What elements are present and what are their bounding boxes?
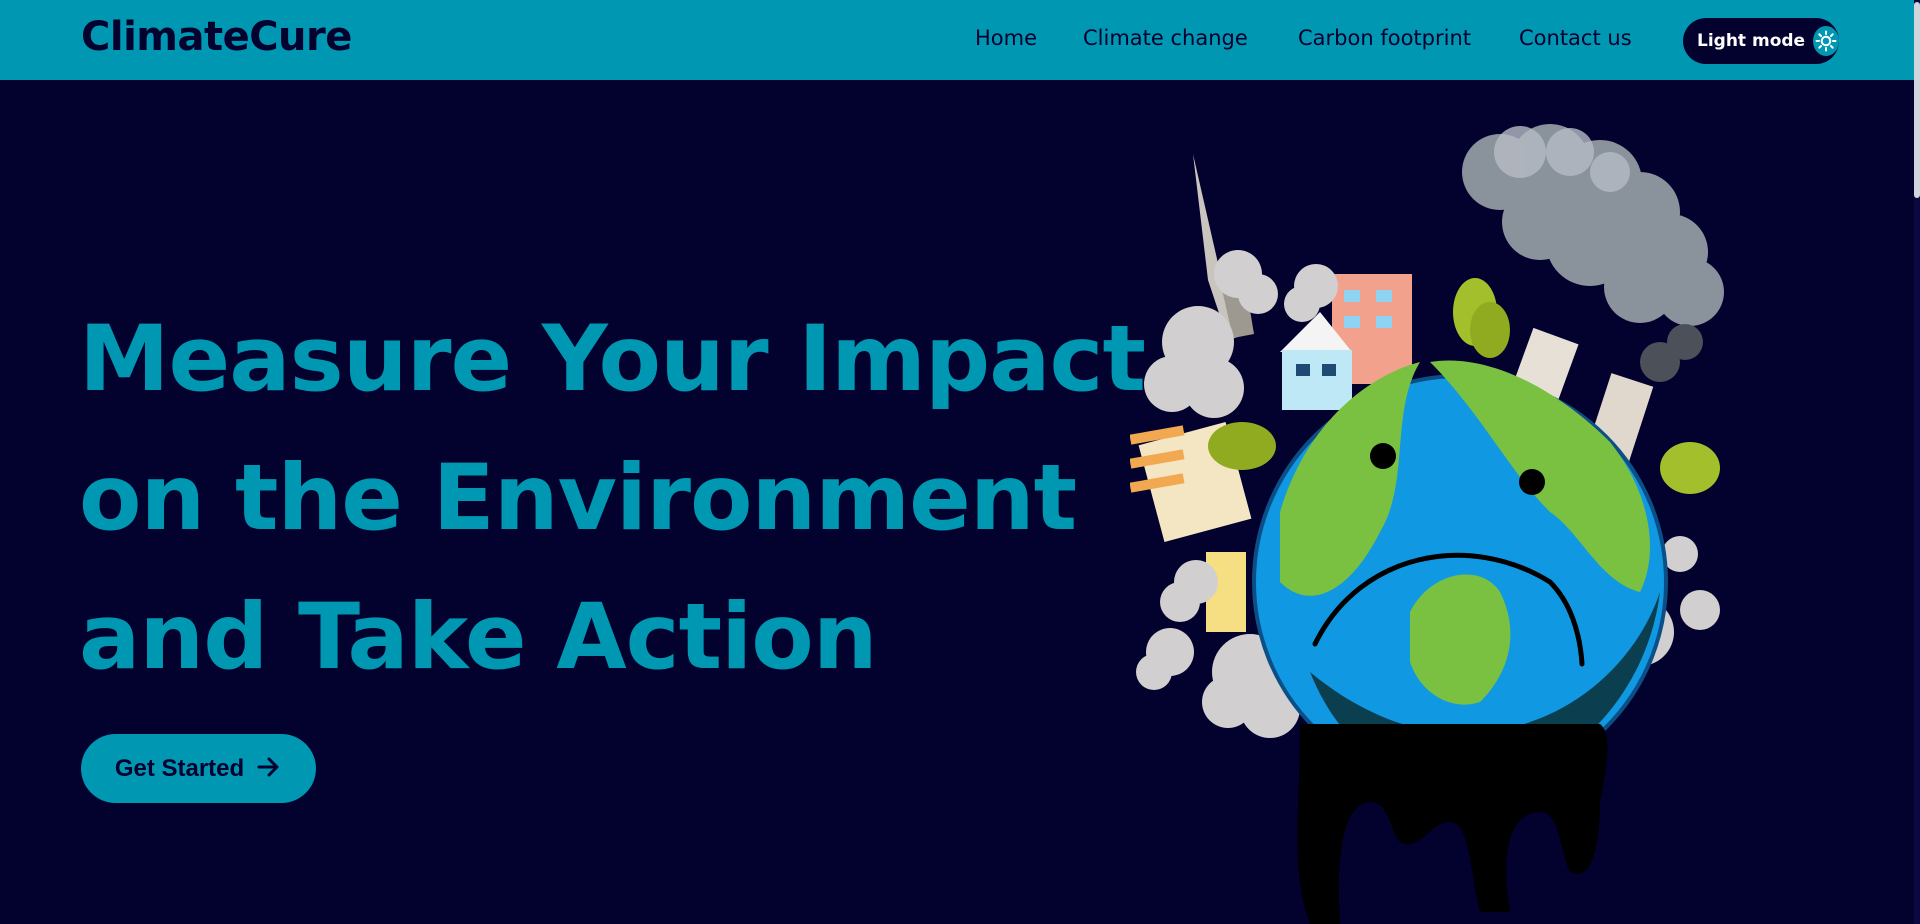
get-started-label: Get Started	[114, 754, 245, 782]
nav-link-contact-us[interactable]: Contact us	[1519, 26, 1632, 50]
hero-title-line-3: and Take Action	[79, 585, 878, 690]
light-mode-toggle[interactable]: Light mode	[1683, 18, 1839, 64]
polluted-earth-illustration	[1129, 112, 1770, 924]
nav-link-climate-change[interactable]: Climate change	[1083, 26, 1248, 50]
hero-title-line-1: Measure Your Impact	[79, 307, 1146, 412]
sun-icon	[1813, 26, 1839, 56]
hero-title: Measure Your Impact on the Environment a…	[79, 290, 1146, 707]
navbar: ClimateCure Home Climate change Carbon f…	[0, 0, 1920, 80]
nav-link-home[interactable]: Home	[975, 26, 1037, 50]
main-nav: Home Climate change Carbon footprint Con…	[0, 26, 1920, 56]
nav-link-carbon-footprint[interactable]: Carbon footprint	[1298, 26, 1471, 50]
scrollbar-thumb[interactable]	[1914, 2, 1920, 198]
get-started-button[interactable]: Get Started	[81, 734, 316, 803]
scrollbar[interactable]	[1914, 0, 1920, 924]
arrow-right-icon	[256, 755, 282, 782]
light-mode-label: Light mode	[1697, 31, 1806, 51]
hero-title-line-2: on the Environment	[79, 446, 1077, 551]
